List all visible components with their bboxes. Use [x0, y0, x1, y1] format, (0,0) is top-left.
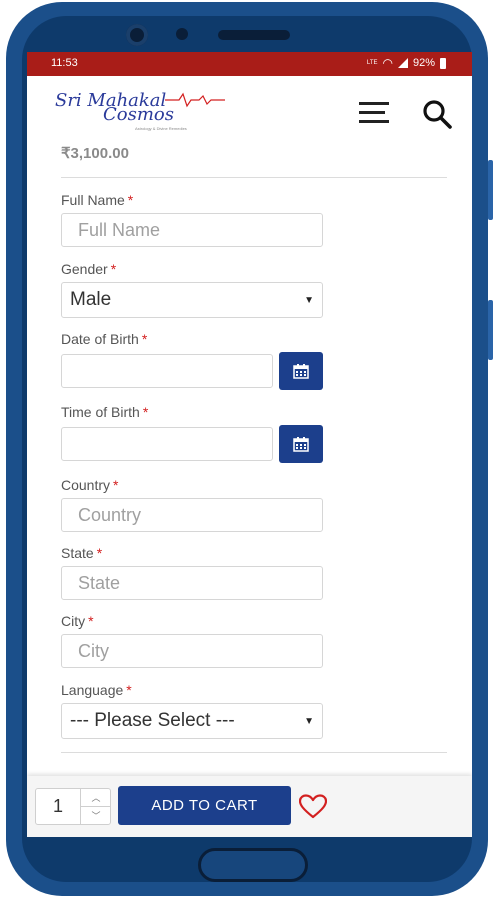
gender-select[interactable]: Male ▼ [61, 282, 323, 318]
heart-icon[interactable] [299, 794, 327, 820]
status-time: 11:53 [51, 57, 78, 69]
required-marker: * [141, 331, 148, 347]
chevron-up-icon[interactable]: ︿ [80, 789, 111, 807]
chevron-down-icon[interactable]: ﹀ [80, 807, 111, 824]
country-label-text: Country [61, 477, 111, 493]
required-marker: * [126, 682, 132, 698]
required-marker: * [96, 545, 103, 561]
search-icon[interactable] [421, 98, 453, 130]
power-button[interactable] [488, 300, 493, 360]
full-name-input[interactable]: Full Name [61, 213, 323, 247]
add-to-cart-button[interactable]: ADD TO CART [118, 786, 291, 825]
network-type-label: LTE [366, 60, 378, 66]
state-label-text: State [61, 545, 94, 561]
signal-icon [397, 58, 408, 68]
gender-label: Gender * [61, 261, 116, 277]
tob-input[interactable] [61, 427, 273, 461]
required-marker: * [88, 613, 94, 629]
calendar-icon [293, 364, 309, 379]
language-select[interactable]: --- Please Select --- ▼ [61, 703, 323, 739]
logo-tagline: Astrology & Divine Remedies [135, 126, 187, 131]
city-input[interactable]: City [61, 634, 323, 668]
site-header: Sri Mahakal Cosmos Astrology & Divine Re… [27, 76, 472, 144]
front-camera [126, 24, 148, 46]
language-select-value: --- Please Select --- [70, 710, 235, 731]
battery-percent: 92% [412, 57, 435, 69]
cart-bar: 1 ︿ ﹀ ADD TO CART [27, 776, 472, 837]
chevron-down-icon: ▼ [304, 294, 314, 306]
full-name-label: Full Name * [61, 192, 133, 208]
full-name-label-text: Full Name [61, 192, 125, 208]
calendar-icon [293, 437, 309, 452]
status-bar: 11:53 LTE ◠ 92% [27, 52, 472, 76]
language-label-text: Language [61, 682, 124, 698]
divider [61, 752, 447, 753]
quantity-value[interactable]: 1 [36, 789, 80, 824]
wifi-icon: ◠ [382, 55, 393, 70]
city-label: City * [61, 613, 94, 629]
country-input[interactable]: Country [61, 498, 323, 532]
dob-label: Date of Birth * [61, 331, 147, 347]
required-marker: * [127, 192, 134, 208]
proximity-sensor [176, 28, 188, 40]
state-input[interactable]: State [61, 566, 323, 600]
chevron-down-icon: ▼ [304, 715, 314, 727]
quantity-stepper[interactable]: 1 ︿ ﹀ [35, 788, 111, 825]
home-button[interactable] [198, 848, 308, 882]
logo-heartbeat-graphic [165, 92, 225, 108]
state-label: State * [61, 545, 102, 561]
city-label-text: City [61, 613, 86, 629]
screen: 11:53 LTE ◠ 92% Sri Mahakal Cosmos Astro… [27, 52, 472, 837]
hamburger-icon[interactable] [359, 102, 389, 124]
product-price: ₹3,100.00 [61, 145, 129, 162]
required-marker: * [142, 404, 149, 420]
dob-calendar-button[interactable] [279, 352, 323, 390]
earpiece-speaker [218, 30, 290, 40]
dob-input[interactable] [61, 354, 273, 388]
country-label: Country * [61, 477, 118, 493]
language-label: Language * [61, 682, 132, 698]
logo-text-line2: Cosmos [103, 104, 174, 125]
gender-label-text: Gender [61, 261, 108, 277]
divider [61, 177, 447, 178]
required-marker: * [113, 477, 119, 493]
battery-icon [440, 57, 446, 69]
dob-label-text: Date of Birth [61, 331, 139, 347]
gender-select-value: Male [70, 289, 112, 310]
tob-label-text: Time of Birth [61, 404, 140, 420]
required-marker: * [110, 261, 117, 277]
tob-calendar-button[interactable] [279, 425, 323, 463]
volume-button[interactable] [488, 160, 493, 220]
site-logo[interactable]: Sri Mahakal Cosmos Astrology & Divine Re… [55, 88, 225, 132]
tob-label: Time of Birth * [61, 404, 148, 420]
